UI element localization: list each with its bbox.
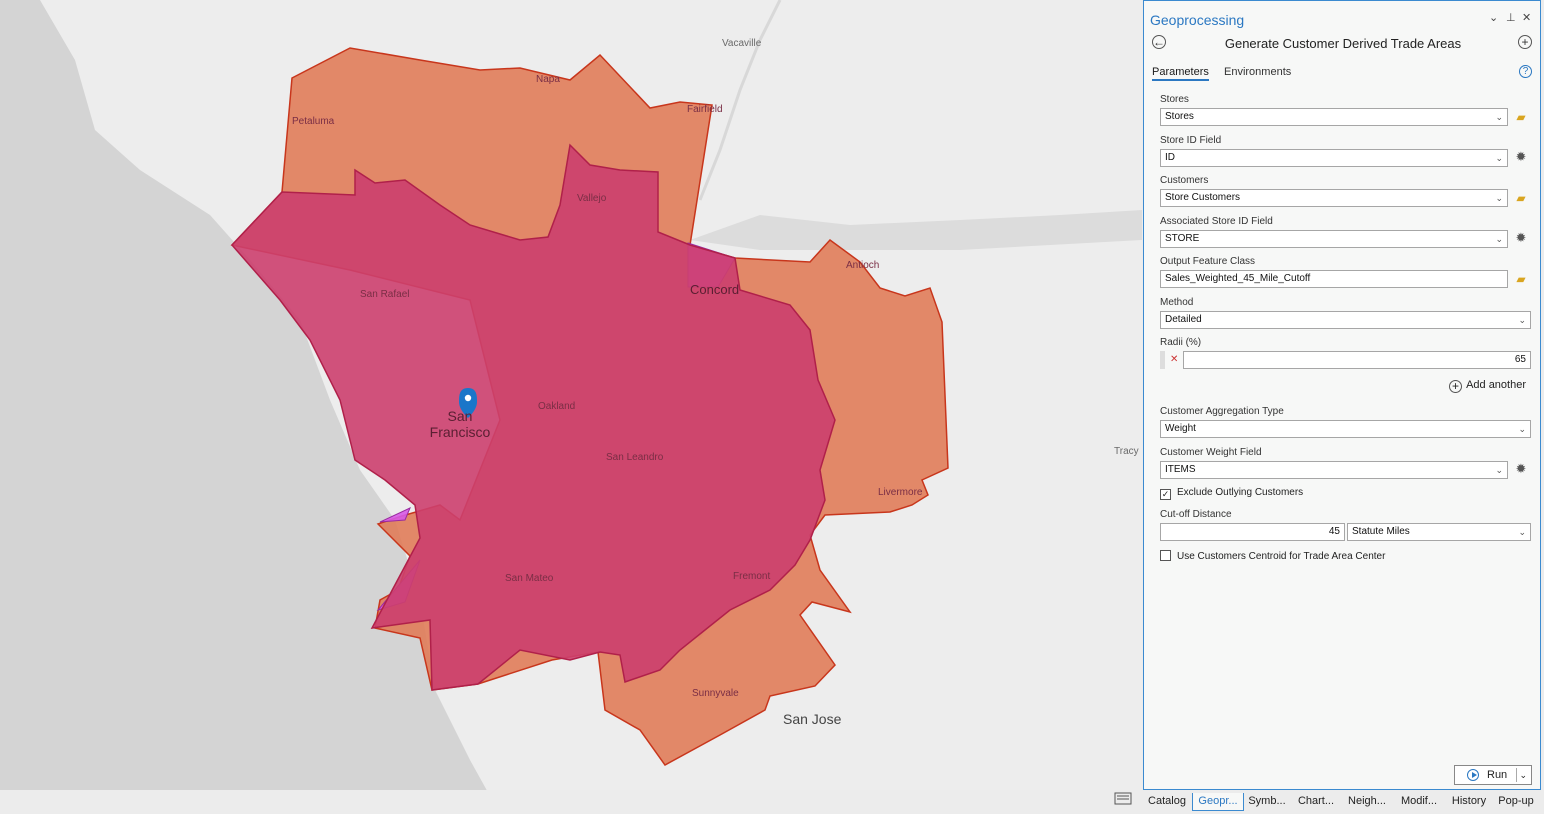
tab-parameters[interactable]: Parameters	[1152, 66, 1209, 81]
cutoff-label: Cut-off Distance	[1160, 509, 1232, 520]
aggregation-select[interactable]: Weight ⌄	[1160, 420, 1531, 438]
label-sunnyvale: Sunnyvale	[692, 688, 739, 699]
tab-popup[interactable]: Pop-up	[1494, 793, 1538, 810]
method-label: Method	[1160, 297, 1194, 308]
aggregation-label: Customer Aggregation Type	[1160, 406, 1284, 417]
folder-icon[interactable]: ▰	[1513, 109, 1529, 125]
label-san-leandro: San Leandro	[606, 452, 664, 463]
label-fairfield: Fairfield	[687, 104, 723, 115]
output-field[interactable]: Sales_Weighted_45_Mile_Cutoff	[1160, 270, 1508, 288]
weight-field-select[interactable]: ITEMS ⌄	[1160, 461, 1508, 479]
tab-modify[interactable]: Modif...	[1396, 793, 1442, 810]
folder-icon[interactable]: ▰	[1513, 271, 1529, 287]
label-napa: Napa	[536, 74, 560, 85]
add-another-button[interactable]: + Add another	[1449, 379, 1526, 393]
tab-history[interactable]: History	[1448, 793, 1490, 810]
pane-title: Geoprocessing	[1150, 12, 1245, 28]
plus-icon: +	[1449, 380, 1463, 393]
label-concord: Concord	[690, 282, 740, 297]
store-id-label: Store ID Field	[1160, 135, 1222, 146]
gear-icon[interactable]: ✹	[1513, 461, 1529, 477]
tool-title: Generate Customer Derived Trade Areas	[1224, 36, 1462, 51]
weight-field-label: Customer Weight Field	[1160, 447, 1262, 458]
radii-label: Radii (%)	[1160, 337, 1202, 348]
label-san-jose: San Jose	[783, 711, 842, 727]
gear-icon[interactable]: ✹	[1513, 230, 1529, 246]
run-button[interactable]: Run ⌄	[1454, 765, 1532, 785]
geoprocessing-pane: Geoprocessing ⌄ ⊥ ✕ ← Generate Customer …	[1143, 0, 1541, 790]
tab-catalog[interactable]: Catalog	[1144, 793, 1190, 810]
label-petaluma: Petaluma	[292, 116, 335, 127]
tab-chart[interactable]: Chart...	[1294, 793, 1338, 810]
stores-select[interactable]: Stores ⌄	[1160, 108, 1508, 126]
label-san-rafael: San Rafael	[360, 289, 410, 300]
remove-icon[interactable]: ✕	[1170, 354, 1178, 365]
use-centroid-checkbox[interactable]: Use Customers Centroid for Trade Area Ce…	[1160, 550, 1385, 562]
radii-input[interactable]: 65	[1183, 351, 1531, 369]
tab-environments[interactable]: Environments	[1224, 66, 1291, 78]
checkmark-icon: ✓	[1160, 489, 1171, 500]
assoc-store-id-select[interactable]: STORE ⌄	[1160, 230, 1508, 248]
store-id-select[interactable]: ID ⌄	[1160, 149, 1508, 167]
play-icon	[1467, 769, 1479, 781]
tab-neighbors[interactable]: Neigh...	[1344, 793, 1390, 810]
tab-geoprocessing[interactable]: Geopr...	[1192, 793, 1244, 811]
cutoff-units-select[interactable]: Statute Miles ⌄	[1347, 523, 1531, 541]
add-icon[interactable]: +	[1518, 35, 1532, 49]
pin-icon[interactable]: ⊥	[1506, 11, 1516, 24]
customers-label: Customers	[1160, 175, 1209, 186]
gear-icon[interactable]: ✹	[1513, 149, 1529, 165]
map-view[interactable]: Vacaville Napa Fairfield Petaluma Vallej…	[0, 0, 1142, 814]
cutoff-input[interactable]: 45	[1160, 523, 1345, 541]
chevron-down-icon[interactable]: ⌄	[1519, 766, 1527, 784]
label-oakland: Oakland	[538, 401, 576, 412]
help-icon[interactable]: ?	[1519, 65, 1532, 78]
label-vallejo: Vallejo	[577, 193, 607, 204]
label-san-mateo: San Mateo	[505, 573, 554, 584]
exclude-outlying-checkbox[interactable]: ✓ Exclude Outlying Customers	[1160, 487, 1303, 500]
label-tracy: Tracy	[1114, 446, 1139, 457]
output-label: Output Feature Class	[1160, 256, 1256, 267]
label-livermore: Livermore	[878, 487, 923, 498]
drag-handle[interactable]	[1160, 351, 1165, 369]
label-san-francisco: San Francisco	[429, 408, 491, 440]
label-vacaville: Vacaville	[722, 38, 762, 49]
stores-label: Stores	[1160, 94, 1189, 105]
method-select[interactable]: Detailed ⌄	[1160, 311, 1531, 329]
close-icon[interactable]: ✕	[1522, 11, 1531, 24]
label-fremont: Fremont	[733, 571, 771, 582]
label-antioch: Antioch	[846, 260, 880, 271]
tab-symbology[interactable]: Symb...	[1246, 793, 1288, 810]
tray-icon[interactable]	[1113, 790, 1133, 806]
pane-options-icon[interactable]: ⌄	[1489, 11, 1498, 24]
assoc-store-id-label: Associated Store ID Field	[1160, 216, 1273, 227]
folder-icon[interactable]: ▰	[1513, 190, 1529, 206]
customers-select[interactable]: Store Customers ⌄	[1160, 189, 1508, 207]
